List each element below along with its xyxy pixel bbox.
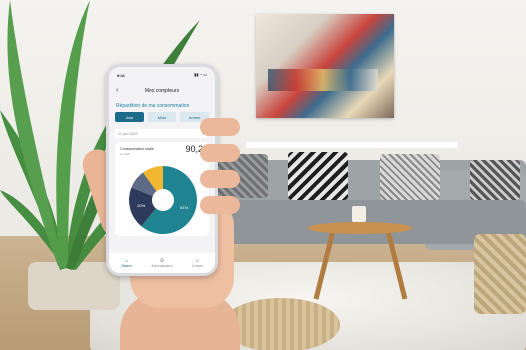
tab-day[interactable]: Jour xyxy=(115,112,144,122)
date-selector[interactable]: 22 juin 2023 ▾ xyxy=(115,129,207,138)
finger xyxy=(200,144,240,162)
pillow xyxy=(470,160,520,200)
nav-item-maison[interactable]: ⌂ Maison xyxy=(109,253,144,273)
status-time: 9:41 xyxy=(117,73,126,78)
status-icons: ▮▮ ◔ ▭ xyxy=(194,72,207,77)
consumption-unit: en kWh xyxy=(120,152,131,156)
consumption-label: Consommation totale xyxy=(120,147,154,151)
consumption-card: Consommation totale en kWh 90,2 61% 20% xyxy=(115,142,209,236)
date-label: 22 juin 2023 xyxy=(118,131,138,136)
nav-label: Automatisation xyxy=(151,264,173,268)
donut-slice-label: 61% xyxy=(180,205,188,210)
living-room-photo: 9:41 ▮▮ ◔ ▭ ‹ Mes compteurs Répartition … xyxy=(0,0,526,350)
donut-slice-label: 20% xyxy=(137,203,145,208)
wall-shelf xyxy=(246,142,458,148)
smartphone: 9:41 ▮▮ ◔ ▭ ‹ Mes compteurs Répartition … xyxy=(106,64,218,276)
abstract-painting xyxy=(256,14,394,118)
page-title: Mes compteurs xyxy=(144,88,180,94)
finger xyxy=(200,170,240,188)
finger xyxy=(200,118,240,136)
consumption-donut-chart: 61% 20% xyxy=(129,166,197,234)
bottom-nav: ⌂ Maison ⚙ Automatisation ☺ Compte xyxy=(109,253,215,273)
section-title: Répartition de ma consommation xyxy=(116,103,190,109)
period-tabs: Jour Mois Année xyxy=(115,112,210,122)
nav-label: Compte xyxy=(191,264,203,268)
coffee-table xyxy=(308,222,412,234)
finger xyxy=(200,196,240,214)
woven-basket xyxy=(474,234,526,314)
nav-item-automatisation[interactable]: ⚙ Automatisation xyxy=(144,253,179,273)
candle xyxy=(352,206,366,222)
nav-label: Maison xyxy=(121,264,132,268)
nav-item-compte[interactable]: ☺ Compte xyxy=(180,253,215,273)
tab-month[interactable]: Mois xyxy=(147,112,177,122)
pillow xyxy=(288,152,348,200)
pillow xyxy=(380,154,440,200)
